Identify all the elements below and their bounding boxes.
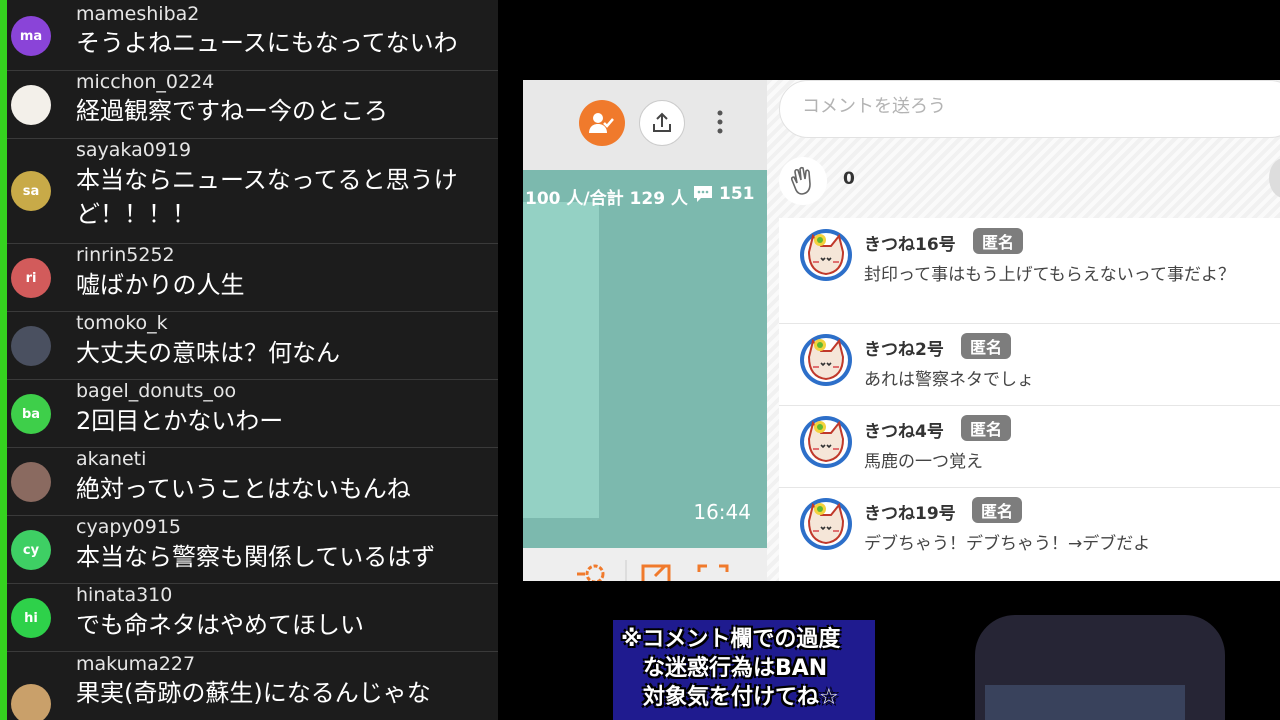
user-avatar: sa (11, 171, 51, 211)
chat-username: akaneti (76, 448, 147, 470)
user-check-icon (589, 113, 614, 133)
comment-count: 151 (693, 184, 755, 204)
fox-avatar-icon (800, 229, 852, 281)
chat-username: hinata310 (76, 584, 173, 606)
clap-count: 0 (843, 169, 855, 189)
follow-button[interactable] (579, 100, 625, 146)
fox-avatar-icon (800, 334, 852, 386)
player-pane: 100 人/合計 129 人 151 16:44 (523, 80, 767, 581)
comment-input-box[interactable] (779, 80, 1280, 138)
notice-caption: ※コメント欄での過度 な迷惑行為はBAN 対象気を付けてね☆ (613, 620, 875, 720)
comment-list: きつね16号 匿名 封印って事はもう上げてもらえないって事だよ？ きつね2号 匿… (779, 218, 1280, 581)
anonymous-badge: 匿名 (961, 415, 1012, 441)
chat-message: cy cyapy0915 本当なら警察も関係しているはず (7, 516, 498, 584)
commenter-name: きつね4号 (864, 422, 944, 442)
user-avatar (11, 326, 51, 366)
user-avatar: ri (11, 258, 51, 298)
viewer-count: 100 人/合計 129 人 (525, 189, 688, 209)
chat-text: でも命ネタはやめてほしい (76, 611, 364, 639)
chat-accent-stripe (0, 0, 7, 720)
chat-message: micchon_0224 経過観察ですねー今のところ (7, 71, 498, 139)
chat-username: tomoko_k (76, 312, 168, 334)
elapsed-time: 16:44 (693, 500, 751, 524)
chat-message: sa sayaka0919 本当ならニュースなってると思うけど！！！！ (7, 139, 498, 244)
popout-icon[interactable] (641, 562, 675, 581)
chat-message: akaneti 絶対っていうことはないもんね (7, 448, 498, 516)
fullscreen-icon[interactable] (697, 562, 729, 581)
chat-text: 果実(奇跡の蘇生)になるんじゃな (76, 679, 431, 707)
user-avatar: cy (11, 530, 51, 570)
chat-message: ma mameshiba2 そうよねニュースにもなってないわ (7, 0, 498, 71)
chat-text: そうよねニュースにもなってないわ (76, 29, 458, 57)
chat-username: mameshiba2 (76, 3, 200, 25)
comment-body: デブちゃう！デブちゃう！→デブだよ (864, 534, 1151, 554)
comment-body: 馬鹿の一つ覚え (864, 452, 983, 472)
clap-button[interactable] (779, 157, 827, 205)
commenter-name: きつね19号 (864, 504, 956, 524)
anonymous-badge: 匿名 (961, 333, 1012, 359)
comment-item: きつね4号 匿名 馬鹿の一つ覚え (779, 405, 1280, 488)
comment-count-value: 151 (719, 184, 755, 204)
user-avatar (11, 684, 51, 720)
chat-text: 嘘ばかりの人生 (76, 271, 245, 299)
player-toolbar (523, 80, 767, 170)
comment-item: きつね16号 匿名 封印って事はもう上げてもらえないって事だよ？ (779, 218, 1280, 324)
video-frame-block (523, 202, 599, 518)
more-menu-icon[interactable] (715, 108, 725, 138)
share-icon (653, 112, 671, 132)
chat-overlay: ma mameshiba2 そうよねニュースにもなってないわ micchon_0… (0, 0, 498, 720)
divider (625, 560, 627, 581)
chat-message: hi hinata310 でも命ネタはやめてほしい (7, 584, 498, 652)
user-avatar: ba (11, 394, 51, 434)
chat-username: bagel_donuts_oo (76, 380, 237, 402)
chat-text: 本当なら警察も関係しているはず (76, 543, 436, 571)
chat-message: ba bagel_donuts_oo 2回目とかないわー (7, 380, 498, 448)
clap-icon (790, 166, 811, 195)
comment-input[interactable] (800, 95, 1244, 118)
chat-username: micchon_0224 (76, 71, 215, 93)
chat-message: tomoko_k 大丈夫の意味は？何なん (7, 312, 498, 380)
commenter-name: きつね2号 (864, 340, 944, 360)
streamer-figure (975, 615, 1225, 720)
chat-text: 2回目とかないわー (76, 407, 284, 435)
comment-pane: 0 きつね16号 匿名 封印って事はもう上げてもらえないって事だよ？ (767, 80, 1280, 581)
comment-item: きつね2号 匿名 あれは警察ネタでしょ (779, 323, 1280, 406)
settings-icon[interactable] (575, 562, 609, 581)
chat-username: cyapy0915 (76, 516, 181, 538)
user-avatar (11, 462, 51, 502)
fox-avatar-icon (800, 498, 852, 550)
user-avatar: ma (11, 16, 51, 56)
player-controls (523, 548, 767, 581)
scroll-arrow-button[interactable] (1269, 158, 1280, 198)
chat-text: 大丈夫の意味は？何なん (76, 339, 340, 367)
comment-body: 封印って事はもう上げてもらえないって事だよ？ (864, 265, 1235, 285)
commenter-name: きつね16号 (864, 235, 956, 255)
fox-avatar-icon (800, 416, 852, 468)
chat-message: ri rinrin5252 嘘ばかりの人生 (7, 244, 498, 312)
notice-line-1: ※コメント欄での過度 (621, 627, 841, 652)
share-button[interactable] (639, 100, 685, 146)
user-avatar (11, 85, 51, 125)
notice-line-2: な迷惑行為はBAN (643, 656, 828, 681)
chat-text: 本当ならニュースなってると思うけど！！！！ (76, 166, 458, 228)
stream-window: 100 人/合計 129 人 151 16:44 コメントを送ろう 0 きつね1… (523, 80, 1280, 581)
comment-bubble-icon (694, 186, 712, 202)
chat-text: 絶対っていうことはないもんね (76, 475, 411, 503)
user-avatar: hi (11, 598, 51, 638)
notice-line-3: 対象気を付けてね☆ (643, 685, 839, 710)
comment-body: あれは警察ネタでしょ (864, 370, 1034, 390)
chat-message: makuma227 果実(奇跡の蘇生)になるんじゃな (7, 652, 498, 720)
chat-username: sayaka0919 (76, 139, 192, 161)
streamer-jeans (985, 685, 1185, 720)
chat-username: rinrin5252 (76, 244, 175, 266)
anonymous-badge: 匿名 (973, 228, 1024, 254)
anonymous-badge: 匿名 (972, 497, 1023, 523)
chat-text: 経過観察ですねー今のところ (76, 97, 388, 125)
video-player[interactable]: 100 人/合計 129 人 151 16:44 (523, 170, 767, 548)
chat-username: makuma227 (76, 653, 196, 675)
comment-item: きつね19号 匿名 デブちゃう！デブちゃう！→デブだよ (779, 487, 1280, 569)
